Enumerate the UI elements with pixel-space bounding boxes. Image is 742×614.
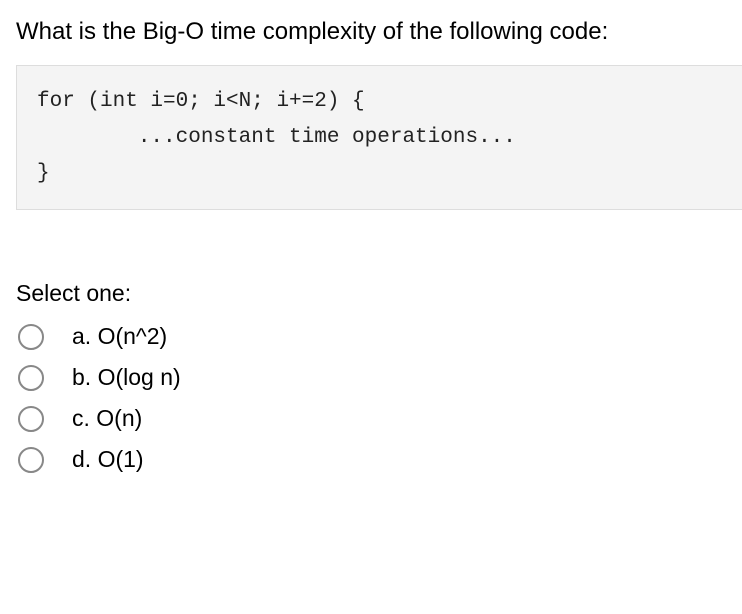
radio-icon[interactable] xyxy=(18,365,44,391)
option-label: d. O(1) xyxy=(72,446,144,473)
option-label: b. O(log n) xyxy=(72,364,181,391)
radio-icon[interactable] xyxy=(18,324,44,350)
option-a[interactable]: a. O(n^2) xyxy=(16,323,742,350)
option-d[interactable]: d. O(1) xyxy=(16,446,742,473)
option-label: a. O(n^2) xyxy=(72,323,167,350)
option-label: c. O(n) xyxy=(72,405,142,432)
select-one-label: Select one: xyxy=(16,280,742,307)
question-prompt: What is the Big-O time complexity of the… xyxy=(16,16,742,47)
code-block: for (int i=0; i<N; i+=2) { ...constant t… xyxy=(16,65,742,210)
radio-icon[interactable] xyxy=(18,447,44,473)
option-b[interactable]: b. O(log n) xyxy=(16,364,742,391)
radio-icon[interactable] xyxy=(18,406,44,432)
option-c[interactable]: c. O(n) xyxy=(16,405,742,432)
